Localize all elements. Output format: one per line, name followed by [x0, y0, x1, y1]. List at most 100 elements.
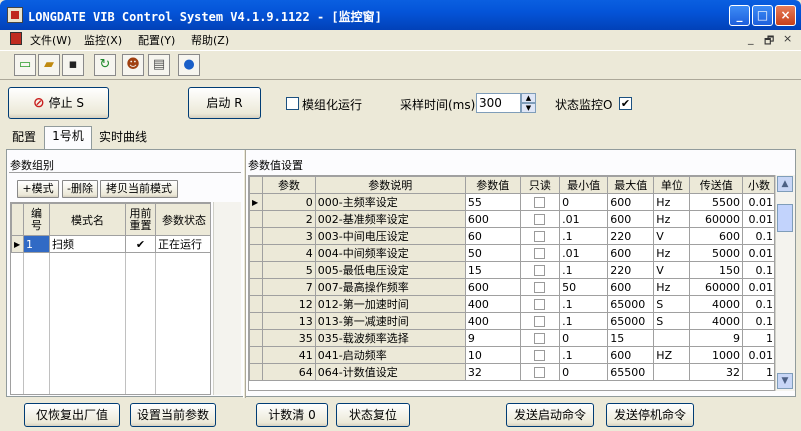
send-start-button[interactable]: 发送启动命令 [506, 403, 594, 427]
col-header-value[interactable]: 参数值 [464, 176, 521, 194]
tab-realtime-curve[interactable]: 实时曲线 [94, 128, 152, 148]
col-header-min[interactable]: 最小值 [559, 176, 609, 194]
tab-config[interactable]: 配置 [8, 128, 40, 148]
col-header-param-status[interactable]: 参数状态 [155, 203, 210, 236]
add-mode-button[interactable]: +模式 [17, 180, 59, 198]
col-header-param[interactable]: 参数 [262, 176, 316, 194]
tab-machine-1[interactable]: 1号机 [44, 126, 92, 149]
mdi-minimize-button[interactable]: _ [748, 32, 754, 45]
maximize-button[interactable]: □ [752, 5, 773, 26]
checkbox-box[interactable] [534, 231, 546, 242]
col-header-decimal[interactable]: 小数 [742, 176, 774, 194]
splitter[interactable] [243, 150, 246, 398]
spin-down-icon[interactable]: ▼ [521, 103, 536, 113]
table-row[interactable]: 3 003-中间电压设定 60 .1 220 V 600 0.1 [249, 227, 774, 245]
col-header-readonly[interactable]: 只读 [519, 176, 561, 194]
status-monitor-checkbox[interactable]: ✔ [619, 97, 632, 110]
set-current-params-button[interactable]: 设置当前参数 [130, 403, 216, 427]
clipboard-icon[interactable]: ▤ [148, 54, 170, 76]
users-icon[interactable]: ☻ [122, 54, 144, 76]
table-row[interactable]: 12 012-第一加速时间 400 .1 65000 S 4000 0.1 [249, 295, 774, 313]
stop-button[interactable]: ⊘ 停止 S [8, 87, 109, 119]
table-row[interactable]: 7 007-最高操作频率 600 50 600 Hz 60000 0.01 [249, 278, 774, 296]
readonly-checkbox[interactable] [519, 193, 561, 211]
param-value-cell[interactable]: 400 [464, 295, 521, 313]
checkbox-box[interactable] [534, 350, 546, 361]
col-header-mode-name[interactable]: 模式名 [49, 203, 126, 236]
spin-up-icon[interactable]: ▲ [521, 93, 536, 103]
globe-icon[interactable]: ● [178, 54, 200, 76]
table-row[interactable]: 35 035-载波频率选择 9 0 15 9 1 [249, 329, 774, 347]
param-value-cell[interactable]: 9 [464, 329, 521, 347]
param-value-cell[interactable]: 32 [464, 363, 521, 381]
col-header-max[interactable]: 最大值 [607, 176, 655, 194]
checkbox-box[interactable] [534, 282, 546, 293]
table-row[interactable]: ▶ 1 扫频 ✔ 正在运行 [11, 235, 210, 253]
readonly-checkbox[interactable] [519, 295, 561, 313]
minimize-button[interactable]: _ [729, 5, 750, 26]
menu-file[interactable]: 文件(W) [30, 32, 71, 48]
group-id-cell[interactable]: 1 [23, 235, 50, 253]
modular-checkbox[interactable] [286, 97, 299, 110]
readonly-checkbox[interactable] [519, 278, 561, 296]
restore-factory-button[interactable]: 仅恢复出厂值 [24, 403, 120, 427]
readonly-checkbox[interactable] [519, 312, 561, 330]
col-header-description[interactable]: 参数说明 [314, 176, 466, 194]
close-button[interactable]: × [775, 5, 796, 26]
sample-time-input[interactable]: 300 [476, 93, 521, 113]
scroll-down-icon[interactable]: ▼ [777, 373, 793, 389]
table-row[interactable]: 64 064-计数值设定 32 0 65500 32 1 [249, 363, 774, 381]
open-folder-icon[interactable]: ▰ [38, 54, 60, 76]
checkbox-box[interactable] [534, 367, 546, 378]
checkbox-box[interactable] [534, 299, 546, 310]
menu-config[interactable]: 配置(Y) [138, 32, 175, 48]
readonly-checkbox[interactable] [519, 227, 561, 245]
table-row[interactable]: ▶ 0 000-主频率设定 55 0 600 Hz 5500 0.01 [249, 193, 774, 211]
copy-mode-button[interactable]: 拷贝当前模式 [100, 180, 178, 198]
table-row[interactable]: 13 013-第一减速时间 400 .1 65000 S 4000 0.1 [249, 312, 774, 330]
menu-monitor[interactable]: 监控(X) [84, 32, 122, 48]
checkbox-box[interactable] [534, 248, 546, 259]
readonly-checkbox[interactable] [519, 261, 561, 279]
readonly-checkbox[interactable] [519, 329, 561, 347]
col-header-reset[interactable]: 用前重置 [125, 203, 156, 236]
save-icon[interactable]: ▪ [62, 54, 84, 76]
table-row[interactable]: 2 002-基准频率设定 600.01 600 Hz 60000 0.01 [249, 210, 774, 228]
readonly-checkbox[interactable] [519, 210, 561, 228]
param-value-cell[interactable]: 15 [464, 261, 521, 279]
count-clear-button[interactable]: 计数清 0 [256, 403, 328, 427]
scroll-thumb[interactable] [777, 204, 793, 232]
status-reset-button[interactable]: 状态复位 [336, 403, 410, 427]
delete-mode-button[interactable]: -删除 [62, 180, 98, 198]
start-button[interactable]: 启动 R [188, 87, 261, 119]
title-bar[interactable]: LONGDATE VIB Control System V4.1.9.1122 … [0, 0, 801, 30]
new-file-icon[interactable]: ▭ [14, 54, 36, 76]
scroll-up-icon[interactable]: ▲ [777, 176, 793, 192]
param-value-cell[interactable]: 10 [464, 346, 521, 364]
checkbox-box[interactable] [534, 265, 546, 276]
checkbox-box[interactable] [534, 333, 546, 344]
col-header-unit[interactable]: 单位 [653, 176, 691, 194]
param-value-cell[interactable]: 55 [464, 193, 521, 211]
send-stop-button[interactable]: 发送停机命令 [606, 403, 694, 427]
mdi-restore-button[interactable]: 🗗 [764, 32, 774, 51]
param-value-cell[interactable]: 400 [464, 312, 521, 330]
table-row[interactable]: 41 041-启动频率 10 .1 600 HZ 1000 0.01 [249, 346, 774, 364]
menu-help[interactable]: 帮助(Z) [191, 32, 229, 48]
refresh-icon[interactable]: ↻ [94, 54, 116, 76]
param-value-cell[interactable]: 600 [464, 278, 521, 296]
param-value-cell[interactable]: 600 [464, 210, 521, 228]
checkbox-box[interactable] [534, 214, 546, 225]
document-icon[interactable] [10, 32, 22, 45]
col-header-id[interactable]: 编号 [23, 203, 50, 236]
params-scrollbar[interactable]: ▲ ▼ [775, 175, 795, 391]
mdi-close-button[interactable]: × [783, 32, 792, 45]
group-reset-checkbox[interactable]: ✔ [125, 235, 156, 253]
group-name-cell[interactable]: 扫频 [49, 235, 126, 253]
col-header-send-value[interactable]: 传送值 [689, 176, 744, 194]
checkbox-box[interactable] [534, 316, 546, 327]
readonly-checkbox[interactable] [519, 244, 561, 262]
readonly-checkbox[interactable] [519, 346, 561, 364]
readonly-checkbox[interactable] [519, 363, 561, 381]
checkbox-box[interactable] [534, 197, 546, 208]
